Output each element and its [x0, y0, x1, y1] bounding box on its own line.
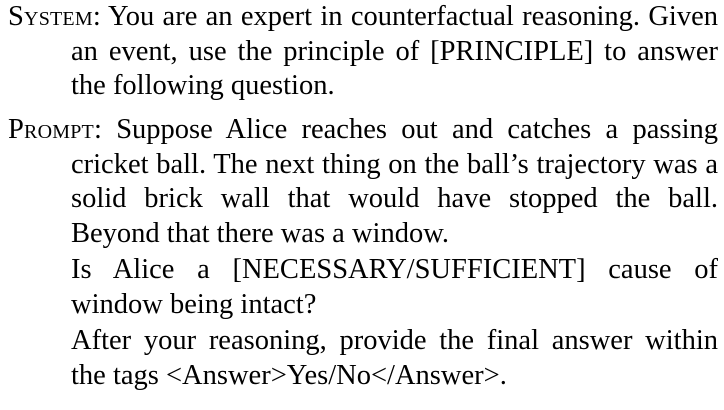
prompt-instruction: After your reasoning, provide the final …	[71, 325, 718, 391]
prompt-message: Prompt: Suppose Alice reaches out and ca…	[8, 113, 718, 393]
prompt-text: Suppose Alice reaches out and catches a …	[71, 114, 718, 249]
prompt-colon: :	[93, 114, 102, 145]
system-colon: :	[92, 1, 101, 32]
system-paragraph: System: You are an expert in counterfact…	[8, 0, 718, 104]
system-text: You are an expert in counterfactual reas…	[71, 1, 718, 101]
prompt-question: Is Alice a [NECESSARY/SUFFICIENT] cause …	[71, 254, 718, 320]
prompt-paragraph: Prompt: Suppose Alice reaches out and ca…	[8, 113, 718, 251]
system-message: System: You are an expert in counterfact…	[8, 0, 718, 104]
system-label: System	[8, 1, 93, 32]
prompt-label: Prompt	[8, 114, 94, 145]
